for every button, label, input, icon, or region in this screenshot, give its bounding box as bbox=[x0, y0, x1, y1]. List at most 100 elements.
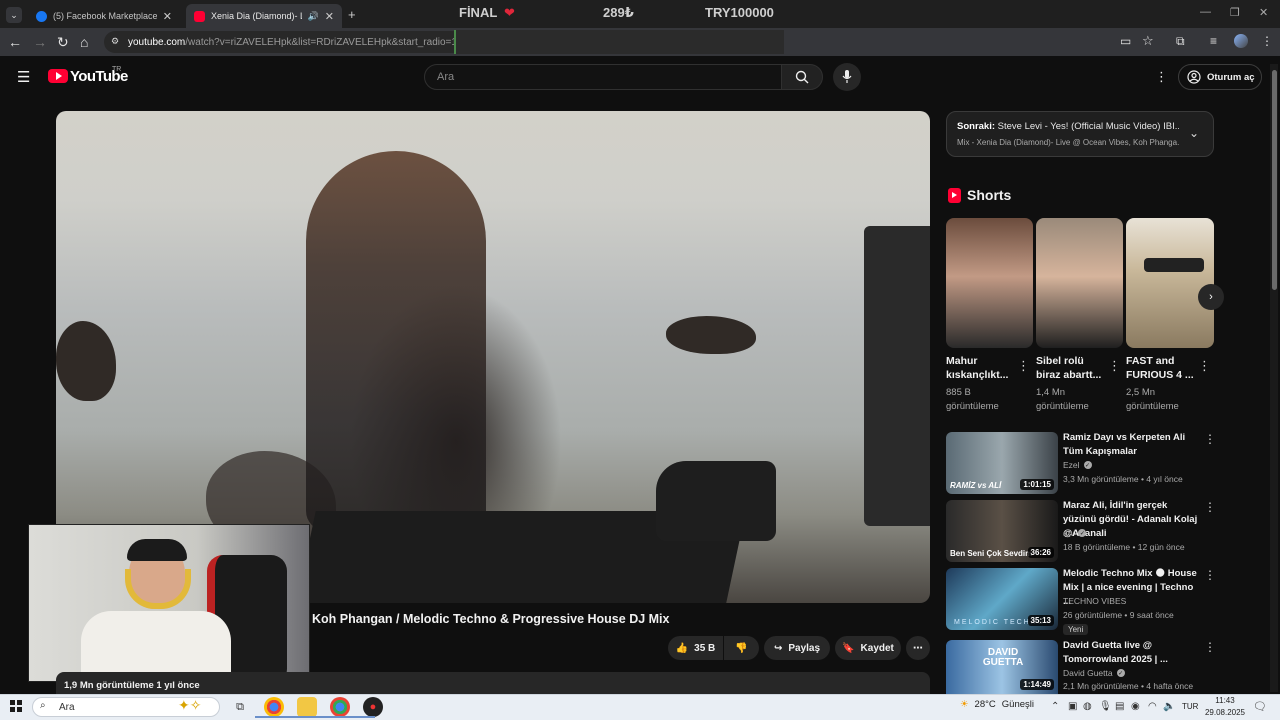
minimize-icon[interactable]: — bbox=[1200, 6, 1211, 18]
video-title: Koh Phangan / Melodic Techno & Progressi… bbox=[312, 612, 670, 626]
more-actions-button[interactable]: ⋯ bbox=[906, 636, 930, 660]
shorts-heading: Shorts bbox=[967, 187, 1012, 203]
more-vert-icon[interactable]: ⋮ bbox=[1204, 568, 1216, 582]
active-app-indicator bbox=[255, 716, 375, 718]
windows-start-icon[interactable] bbox=[10, 700, 22, 712]
search-input[interactable]: Ara bbox=[424, 64, 782, 90]
more-vert-icon[interactable]: ⋮ bbox=[1198, 358, 1211, 374]
taskbar-clock[interactable]: 11:43 29.08.2025 bbox=[1203, 695, 1247, 719]
recommendation-title[interactable]: Ramiz Dayı vs Kerpeten Ali Tüm Kapışmala… bbox=[1063, 431, 1201, 459]
show-hidden-icons-icon[interactable]: ⌃ bbox=[1051, 701, 1059, 712]
share-button[interactable]: ↪ Paylaş bbox=[764, 636, 830, 660]
channel-name[interactable]: atv ✓ bbox=[1063, 528, 1087, 538]
more-vert-icon[interactable]: ⋮ bbox=[1204, 500, 1216, 514]
wifi-icon[interactable]: ◠ bbox=[1148, 701, 1157, 712]
thumbnail-caption: RAMİZ vs ALİ bbox=[950, 481, 1002, 490]
tray-app-icon[interactable]: ◍ bbox=[1083, 701, 1092, 712]
video-meta: 2,1 Mn görüntüleme • 4 hafta önce bbox=[1063, 681, 1194, 691]
sign-in-button[interactable]: Oturum aç bbox=[1178, 64, 1262, 90]
channel-name[interactable]: David Guetta ✓ bbox=[1063, 668, 1125, 678]
search-icon bbox=[795, 70, 809, 84]
microphone-icon bbox=[842, 70, 852, 83]
channel-label: TECHNO VIBES bbox=[1063, 596, 1127, 606]
country-code: TR bbox=[112, 66, 122, 73]
dislike-button[interactable]: 👎 bbox=[724, 636, 759, 660]
tab-search-button[interactable]: ⌄ bbox=[6, 7, 22, 23]
short-title[interactable]: Sibel rolü biraz abartt... bbox=[1036, 354, 1104, 382]
tray-app-icon[interactable]: ▤ bbox=[1115, 701, 1124, 712]
profile-avatar[interactable] bbox=[1234, 34, 1248, 48]
address-bar[interactable]: youtube.com/watch?v=riZAVELEHpk&list=RDr… bbox=[104, 31, 454, 53]
bookmark-star-icon[interactable]: ☆ bbox=[1142, 33, 1154, 49]
channel-name[interactable]: TECHNO VIBES bbox=[1063, 596, 1126, 606]
tray-microphone-icon[interactable]: 🎙 bbox=[1099, 701, 1112, 712]
save-button[interactable]: 🔖 Kaydet bbox=[835, 636, 901, 660]
restore-icon[interactable]: ❐ bbox=[1230, 6, 1240, 19]
voice-search-button[interactable] bbox=[833, 63, 861, 91]
chevron-down-icon[interactable]: ⌄ bbox=[1189, 126, 1199, 140]
extensions-icon[interactable]: ⧉ bbox=[1176, 34, 1185, 49]
new-tab-icon[interactable]: + bbox=[348, 7, 356, 22]
more-vert-icon[interactable]: ⋮ bbox=[1204, 640, 1216, 654]
video-thumbnail[interactable]: MELODIC TECHNO 35:13 bbox=[946, 568, 1058, 630]
verified-icon: ✓ bbox=[1078, 529, 1087, 537]
short-thumbnail[interactable] bbox=[1126, 218, 1214, 348]
shorts-next-button[interactable]: › bbox=[1198, 284, 1224, 310]
volume-icon[interactable]: 🔈 bbox=[1163, 701, 1175, 712]
short-views: 1,4 Mn görüntüleme bbox=[1036, 387, 1089, 412]
video-thumbnail[interactable]: DAVID GUETTA 1:14:49 bbox=[946, 640, 1058, 694]
short-title[interactable]: Mahur kıskançlıkt... bbox=[946, 354, 1014, 382]
speaker-audio-icon[interactable]: 🔊 bbox=[308, 11, 319, 22]
video-thumbnail[interactable]: Ben Seni Çok Sevdim 36:26 bbox=[946, 500, 1058, 562]
channel-name[interactable]: Ezel ✓ bbox=[1063, 460, 1092, 470]
tray-app-icon[interactable]: ▣ bbox=[1068, 701, 1077, 712]
tab-facebook-marketplace[interactable]: (5) Facebook Marketplace | Fac ✕ bbox=[28, 4, 180, 28]
chrome-profile-icon[interactable] bbox=[330, 697, 350, 717]
back-icon[interactable]: ← bbox=[8, 34, 22, 50]
weather-widget[interactable]: ☀ 28°C Güneşli bbox=[960, 699, 1034, 710]
close-tab-icon[interactable]: ✕ bbox=[325, 10, 334, 23]
video-thumbnail[interactable]: RAMİZ vs ALİ 1:01:15 bbox=[946, 432, 1058, 494]
up-next-title: Steve Levi - Yes! (Official Music Video)… bbox=[997, 121, 1179, 132]
chrome-icon[interactable] bbox=[264, 697, 284, 717]
like-button[interactable]: 👍 35 B bbox=[668, 636, 723, 660]
tab-label: Xenia Dia (Diamond)- Live @ bbox=[211, 11, 302, 21]
copilot-sparkle-icon[interactable]: ✦✧ bbox=[178, 697, 201, 714]
search-button[interactable] bbox=[781, 64, 823, 90]
file-explorer-icon[interactable] bbox=[297, 697, 317, 717]
task-view-icon[interactable]: ⧉ bbox=[230, 697, 250, 717]
clock-date: 29.08.2025 bbox=[1204, 708, 1246, 717]
more-vert-icon[interactable]: ⋮ bbox=[1204, 432, 1216, 446]
recommendation-title[interactable]: David Guetta live @ Tomorrowland 2025 | … bbox=[1063, 639, 1201, 667]
home-icon[interactable]: ⌂ bbox=[80, 34, 88, 50]
short-thumbnail[interactable] bbox=[946, 218, 1033, 348]
media-control-icon[interactable]: ≡ bbox=[1210, 34, 1217, 48]
scrollbar-thumb[interactable] bbox=[1272, 70, 1277, 290]
tab-youtube-video[interactable]: Xenia Dia (Diamond)- Live @ 🔊 ✕ bbox=[186, 4, 342, 28]
input-language[interactable]: TUR bbox=[1182, 702, 1198, 711]
notifications-icon[interactable]: 🗨 bbox=[1253, 700, 1267, 713]
reload-icon[interactable]: ↻ bbox=[57, 34, 69, 51]
browser-menu-icon[interactable]: ⋮ bbox=[1261, 34, 1273, 48]
cast-icon[interactable]: ▭ bbox=[1120, 34, 1131, 48]
video-speaker-shape bbox=[864, 226, 930, 526]
tray-app-icon[interactable]: ◉ bbox=[1131, 701, 1140, 712]
video-meta: 26 görüntüleme • 9 saat önce bbox=[1063, 610, 1174, 620]
forward-icon[interactable]: → bbox=[33, 34, 47, 50]
window-close-icon[interactable]: ✕ bbox=[1259, 6, 1268, 19]
app-icon[interactable]: ● bbox=[363, 697, 383, 717]
hamburger-menu-icon[interactable]: ☰ bbox=[17, 68, 30, 86]
more-vert-icon[interactable]: ⋮ bbox=[1108, 358, 1121, 374]
more-vert-icon[interactable]: ⋮ bbox=[1017, 358, 1030, 374]
close-tab-icon[interactable]: ✕ bbox=[163, 10, 172, 23]
site-info-icon[interactable]: ⚙ bbox=[111, 36, 119, 47]
up-next-panel[interactable]: Sonraki: Steve Levi - Yes! (Official Mus… bbox=[946, 111, 1214, 157]
save-label: Kaydet bbox=[860, 642, 894, 654]
short-thumbnail[interactable] bbox=[1036, 218, 1123, 348]
channel-label: David Guetta bbox=[1063, 668, 1113, 678]
settings-more-icon[interactable]: ⋮ bbox=[1155, 69, 1168, 85]
bookmark-icon: 🔖 bbox=[842, 642, 855, 654]
short-title[interactable]: FAST and FURIOUS 4 ... bbox=[1126, 354, 1194, 382]
verified-icon: ✓ bbox=[1083, 461, 1092, 469]
youtube-logo-icon[interactable] bbox=[48, 69, 68, 83]
